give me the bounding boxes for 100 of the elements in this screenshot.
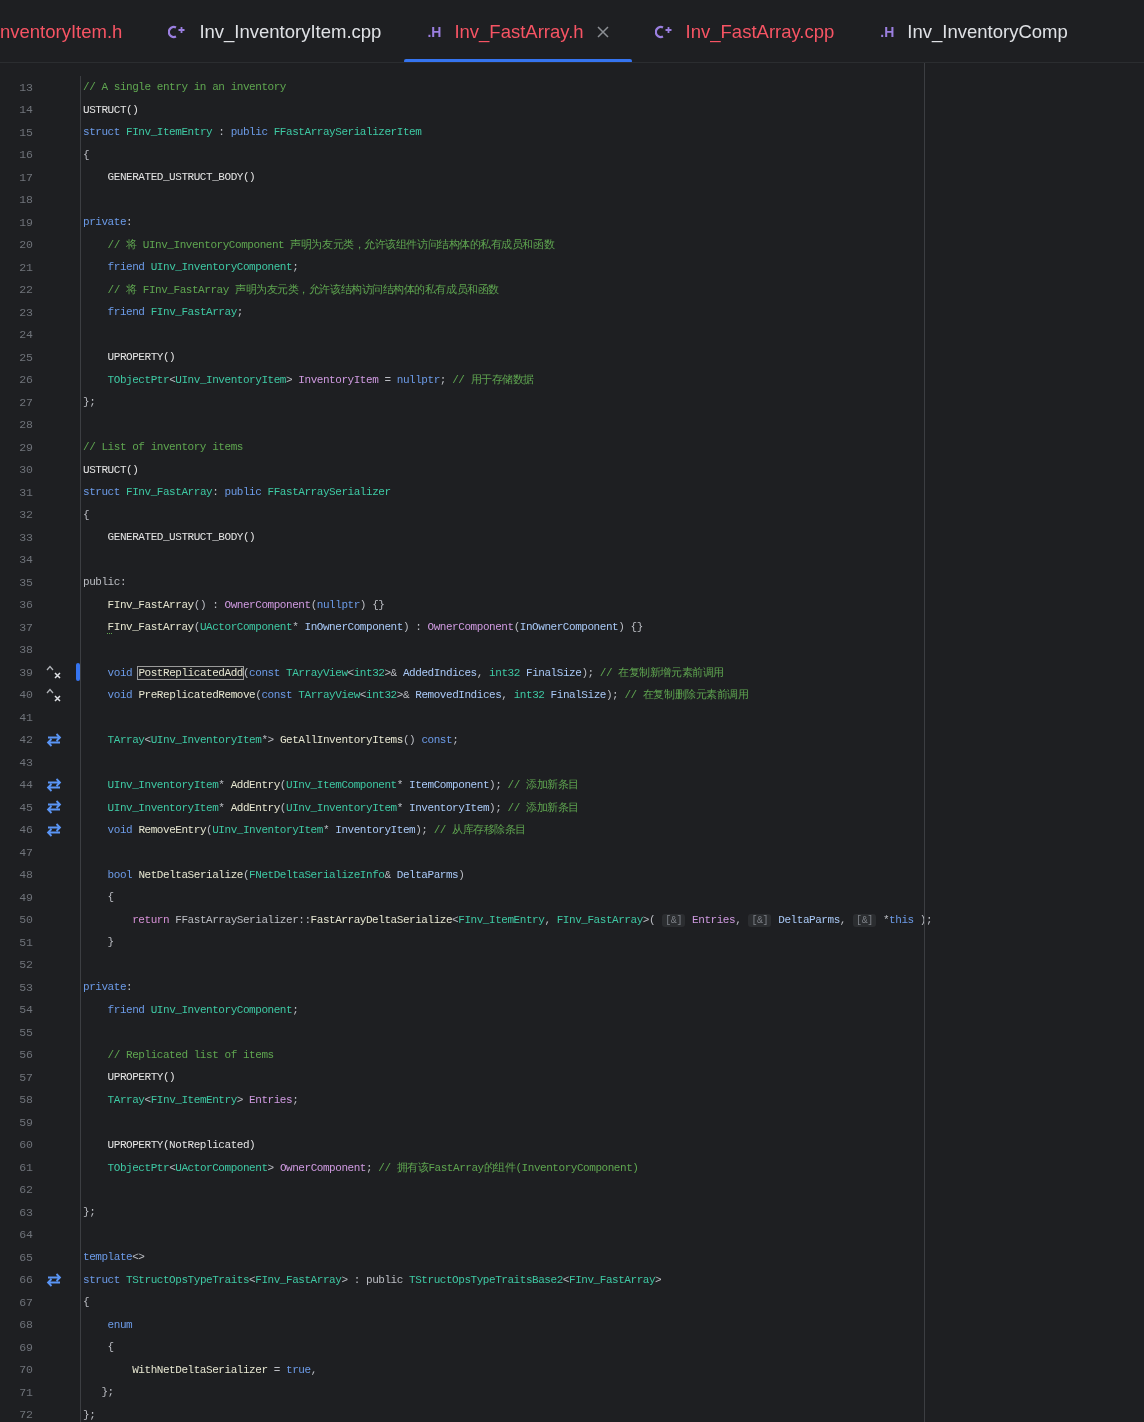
code-line: void RemoveEntry(UInv_InventoryItem* InventoryItem); // 从库存移除条目 [106, 823, 526, 838]
line-number: 58 [18, 1093, 33, 1107]
editor-tab[interactable]: Inv_FastArray.cpp [631, 0, 858, 62]
swap-arrows-icon[interactable] [46, 732, 62, 747]
line-number: 13 [18, 80, 33, 94]
line-number: 30 [18, 463, 33, 477]
line-number: 47 [18, 845, 33, 859]
code-line: struct FInv_FastArray: public FFastArraySerializer [83, 486, 391, 499]
code-line: GENERATED_USTRUCT_BODY() [106, 531, 256, 544]
code-line: GENERATED_USTRUCT_BODY() [106, 171, 256, 184]
line-number: 52 [18, 958, 33, 972]
code-line: USTRUCT() [83, 103, 139, 116]
line-number: 35 [18, 575, 33, 589]
code-line: TArray<FInv_ItemEntry> Entries; [106, 1093, 299, 1106]
code-line: WithNetDeltaSerializer = true, [131, 1363, 317, 1376]
code-line: enum [106, 1318, 133, 1331]
line-number: 67 [18, 1295, 33, 1309]
code-line: template<> [83, 1251, 145, 1264]
line-number: 22 [18, 283, 33, 297]
editor-tab[interactable]: Inv_InventoryItem.cpp [145, 0, 405, 62]
code-line: TObjectPtr<UInv_InventoryItem> InventoryItem = nullptr; // 用于存储数据 [106, 373, 534, 388]
line-number: 15 [18, 125, 33, 139]
line-number: 43 [18, 755, 33, 769]
line-number: 50 [18, 913, 33, 927]
line-number: 21 [18, 260, 33, 274]
line-number: 20 [18, 238, 33, 252]
line-number: 38 [18, 643, 33, 657]
code-line: private: [83, 981, 133, 994]
line-number: 41 [18, 710, 33, 724]
header-file-icon: .H [880, 23, 895, 40]
code-line: }; [83, 1206, 96, 1219]
code-line: friend FInv_FastArray; [106, 306, 243, 319]
line-number: 48 [18, 868, 33, 882]
line-number: 33 [18, 530, 33, 544]
line-number: 54 [18, 1003, 33, 1017]
line-number: 36 [18, 598, 33, 612]
swap-arrows-icon[interactable] [46, 1272, 62, 1287]
line-number: 40 [18, 688, 33, 702]
line-number: 63 [18, 1205, 33, 1219]
code-line: { [106, 891, 114, 904]
line-number: 26 [18, 373, 33, 387]
editor-tab[interactable]: nventoryItem.h [0, 0, 146, 62]
line-number: 66 [18, 1273, 33, 1287]
line-number: 32 [18, 508, 33, 522]
line-number: 59 [18, 1115, 33, 1129]
code-line: }; [83, 1408, 96, 1421]
line-number: 68 [18, 1318, 33, 1332]
line-number: 62 [18, 1183, 33, 1197]
line-number: 45 [18, 800, 33, 814]
line-number: 71 [18, 1385, 33, 1399]
editor-tab[interactable]: .H Inv_FastArray.h [404, 0, 632, 62]
line-number: 72 [18, 1408, 33, 1422]
code-line: private: [83, 216, 133, 229]
line-number: 64 [18, 1228, 33, 1242]
code-line: struct TStructOpsTypeTraits<FInv_FastArray> : public TStructOpsTypeTraitsBase2<FInv_FastArray> [83, 1273, 662, 1286]
c-plus-file-icon [168, 24, 187, 39]
c-plus-file-icon [654, 24, 673, 39]
line-number: 55 [18, 1025, 33, 1039]
code-line: UInv_InventoryItem* AddEntry(UInv_ItemComponent* ItemComponent); // 添加新条目 [106, 778, 579, 793]
code-line: TArray<UInv_InventoryItem*> GetAllInventoryItems() const; [106, 733, 459, 746]
line-number: 37 [18, 620, 33, 634]
code-line: FInv_FastArray() : OwnerComponent(nullptr) {} [106, 598, 385, 611]
code-line: { [83, 508, 90, 521]
line-number: 18 [18, 193, 33, 207]
line-number: 27 [18, 395, 33, 409]
code-line: { [83, 148, 90, 161]
swap-arrows-icon[interactable] [46, 822, 62, 837]
caret-cross-icon[interactable] [46, 687, 62, 702]
code-line: // A single entry in an inventory [83, 81, 286, 94]
line-number: 42 [18, 733, 33, 747]
line-number: 51 [18, 935, 33, 949]
swap-arrows-icon[interactable] [46, 777, 62, 792]
line-number: 19 [18, 215, 33, 229]
line-number: 49 [18, 890, 33, 904]
line-number: 39 [18, 665, 33, 679]
code-line: // Replicated list of items [106, 1048, 274, 1061]
caret-cross-icon[interactable] [46, 665, 62, 680]
editor-tab[interactable]: .H Inv_InventoryComp [857, 0, 1091, 62]
line-number: 65 [18, 1250, 33, 1264]
line-number: 31 [18, 485, 33, 499]
line-number: 29 [18, 440, 33, 454]
line-number: 44 [18, 778, 33, 792]
code-line: UPROPERTY(NotReplicated) [106, 1138, 256, 1151]
line-number: 34 [18, 553, 33, 567]
code-line: // 将 FInv_FastArray 声明为友元类，允许该结构访问结构体的私有成员和函数 [106, 283, 499, 298]
line-number: 56 [18, 1048, 33, 1062]
code-line: TObjectPtr<UActorComponent> OwnerComponent; // 拥有该FastArray的组件(InventoryComponent) [106, 1160, 639, 1175]
line-number: 16 [18, 148, 33, 162]
header-file-icon: .H [427, 23, 442, 40]
line-number: 57 [18, 1070, 33, 1084]
code-line: friend UInv_InventoryComponent; [106, 1003, 299, 1016]
code-line: // 将 UInv_InventoryComponent 声明为友元类，允许该组件访问结构体的私有成员和函数 [106, 238, 555, 253]
code-line: }; [100, 1386, 114, 1399]
line-number: 53 [18, 980, 33, 994]
swap-arrows-icon[interactable] [46, 800, 62, 815]
close-icon[interactable] [596, 25, 609, 38]
code-line: friend UInv_InventoryComponent; [106, 261, 299, 274]
line-number: 14 [18, 103, 33, 117]
code-line: void PreReplicatedRemove(const TArrayView<int32>& RemovedIndices, int32 FinalSize); // 在复制删除元素前调用 [106, 687, 749, 703]
code-line: { [106, 1341, 114, 1354]
